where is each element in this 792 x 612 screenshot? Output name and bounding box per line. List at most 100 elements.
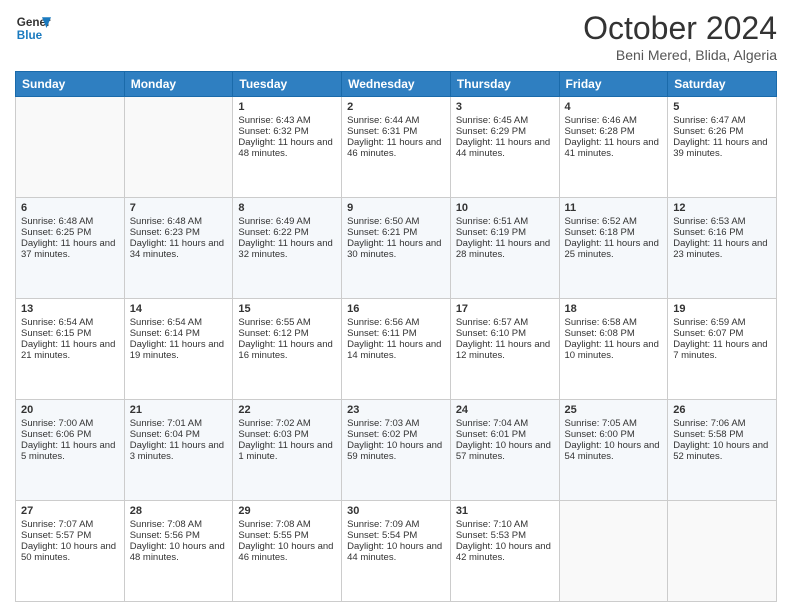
day-number: 17 [456,303,554,315]
daylight-text: Daylight: 10 hours and 46 minutes. [238,541,336,563]
sunrise-text: Sunrise: 6:48 AM [21,216,119,227]
sunrise-text: Sunrise: 7:07 AM [21,519,119,530]
svg-text:Blue: Blue [17,29,43,42]
sunrise-text: Sunrise: 6:58 AM [565,317,663,328]
day-number: 6 [21,202,119,214]
sunset-text: Sunset: 6:32 PM [238,126,336,137]
sunset-text: Sunset: 6:02 PM [347,429,445,440]
day-number: 4 [565,101,663,113]
day-number: 13 [21,303,119,315]
day-number: 10 [456,202,554,214]
daylight-text: Daylight: 11 hours and 37 minutes. [21,238,119,260]
sunset-text: Sunset: 6:06 PM [21,429,119,440]
day-number: 30 [347,505,445,517]
day-number: 18 [565,303,663,315]
sunset-text: Sunset: 6:22 PM [238,227,336,238]
sunset-text: Sunset: 6:10 PM [456,328,554,339]
calendar-cell: 10Sunrise: 6:51 AMSunset: 6:19 PMDayligh… [450,198,559,299]
logo: General Blue [15,10,51,46]
sunset-text: Sunset: 5:57 PM [21,530,119,541]
weekday-header-sunday: Sunday [16,72,125,97]
day-number: 7 [130,202,228,214]
daylight-text: Daylight: 10 hours and 48 minutes. [130,541,228,563]
calendar-cell: 3Sunrise: 6:45 AMSunset: 6:29 PMDaylight… [450,97,559,198]
daylight-text: Daylight: 11 hours and 19 minutes. [130,339,228,361]
sunrise-text: Sunrise: 6:54 AM [21,317,119,328]
calendar-cell: 24 Sunrise: 7:04 AMSunset: 6:01 PMDayligh… [450,400,559,501]
day-number: 21 [130,404,228,416]
day-number: 1 [238,101,336,113]
sunrise-text: Sunrise: 7:05 AM [565,418,663,429]
sunset-text: Sunset: 6:08 PM [565,328,663,339]
day-number: 15 [238,303,336,315]
day-number: 16 [347,303,445,315]
week-row-5: 27Sunrise: 7:07 AMSunset: 5:57 PMDayligh… [16,501,777,602]
sunset-text: Sunset: 6:23 PM [130,227,228,238]
sunrise-text: Sunrise: 6:57 AM [456,317,554,328]
calendar-cell: 17Sunrise: 6:57 AMSunset: 6:10 PMDayligh… [450,299,559,400]
calendar-cell: 6 Sunrise: 6:48 AMSunset: 6:25 PMDaylight… [16,198,125,299]
daylight-text: Daylight: 10 hours and 52 minutes. [673,440,771,462]
calendar-cell: 23Sunrise: 7:03 AMSunset: 6:02 PMDayligh… [342,400,451,501]
month-title: October 2024 [583,10,777,47]
sunset-text: Sunset: 6:25 PM [21,227,119,238]
calendar-cell: 16 Sunrise: 6:56 AMSunset: 6:11 PMDayligh… [342,299,451,400]
daylight-text: Daylight: 11 hours and 16 minutes. [238,339,336,361]
daylight-text: Daylight: 10 hours and 44 minutes. [347,541,445,563]
calendar-cell [16,97,125,198]
sunrise-text: Sunrise: 7:09 AM [347,519,445,530]
sunrise-text: Sunrise: 6:44 AM [347,115,445,126]
daylight-text: Daylight: 11 hours and 14 minutes. [347,339,445,361]
daylight-text: Daylight: 11 hours and 39 minutes. [673,137,771,159]
daylight-text: Daylight: 11 hours and 34 minutes. [130,238,228,260]
sunrise-text: Sunrise: 6:54 AM [130,317,228,328]
sunrise-text: Sunrise: 6:43 AM [238,115,336,126]
calendar-cell: 9Sunrise: 6:50 AMSunset: 6:21 PMDaylight… [342,198,451,299]
day-number: 31 [456,505,554,517]
calendar-cell: 18Sunrise: 6:58 AMSunset: 6:08 PMDayligh… [559,299,668,400]
sunrise-text: Sunrise: 7:06 AM [673,418,771,429]
day-number: 3 [456,101,554,113]
day-number: 19 [673,303,771,315]
day-number: 24 [456,404,554,416]
daylight-text: Daylight: 11 hours and 32 minutes. [238,238,336,260]
sunset-text: Sunset: 6:01 PM [456,429,554,440]
calendar-cell [124,97,233,198]
sunrise-text: Sunrise: 6:49 AM [238,216,336,227]
calendar-cell: 11Sunrise: 6:52 AMSunset: 6:18 PMDayligh… [559,198,668,299]
sunrise-text: Sunrise: 7:03 AM [347,418,445,429]
title-block: October 2024 Beni Mered, Blida, Algeria [583,10,777,63]
daylight-text: Daylight: 10 hours and 57 minutes. [456,440,554,462]
sunrise-text: Sunrise: 6:52 AM [565,216,663,227]
daylight-text: Daylight: 11 hours and 1 minute. [238,440,336,462]
day-number: 22 [238,404,336,416]
calendar-cell: 8Sunrise: 6:49 AMSunset: 6:22 PMDaylight… [233,198,342,299]
calendar-cell: 14Sunrise: 6:54 AMSunset: 6:14 PMDayligh… [124,299,233,400]
calendar-cell: 25Sunrise: 7:05 AMSunset: 6:00 PMDayligh… [559,400,668,501]
daylight-text: Daylight: 11 hours and 41 minutes. [565,137,663,159]
sunrise-text: Sunrise: 6:56 AM [347,317,445,328]
daylight-text: Daylight: 11 hours and 30 minutes. [347,238,445,260]
day-number: 12 [673,202,771,214]
calendar-cell: 20Sunrise: 7:00 AMSunset: 6:06 PMDayligh… [16,400,125,501]
calendar-cell: 12Sunrise: 6:53 AMSunset: 6:16 PMDayligh… [668,198,777,299]
sunset-text: Sunset: 6:19 PM [456,227,554,238]
sunset-text: Sunset: 5:56 PM [130,530,228,541]
sunset-text: Sunset: 6:11 PM [347,328,445,339]
sunset-text: Sunset: 5:54 PM [347,530,445,541]
sunrise-text: Sunrise: 7:00 AM [21,418,119,429]
calendar-cell: 28Sunrise: 7:08 AMSunset: 5:56 PMDayligh… [124,501,233,602]
daylight-text: Daylight: 11 hours and 7 minutes. [673,339,771,361]
day-number: 28 [130,505,228,517]
sunset-text: Sunset: 5:58 PM [673,429,771,440]
calendar-cell: 15Sunrise: 6:55 AMSunset: 6:12 PMDayligh… [233,299,342,400]
sunrise-text: Sunrise: 6:59 AM [673,317,771,328]
daylight-text: Daylight: 11 hours and 5 minutes. [21,440,119,462]
daylight-text: Daylight: 10 hours and 42 minutes. [456,541,554,563]
weekday-header-saturday: Saturday [668,72,777,97]
header: General Blue October 2024 Beni Mered, Bl… [15,10,777,63]
daylight-text: Daylight: 11 hours and 3 minutes. [130,440,228,462]
sunrise-text: Sunrise: 7:04 AM [456,418,554,429]
calendar-cell: 5Sunrise: 6:47 AMSunset: 6:26 PMDaylight… [668,97,777,198]
calendar-cell: 26Sunrise: 7:06 AMSunset: 5:58 PMDayligh… [668,400,777,501]
